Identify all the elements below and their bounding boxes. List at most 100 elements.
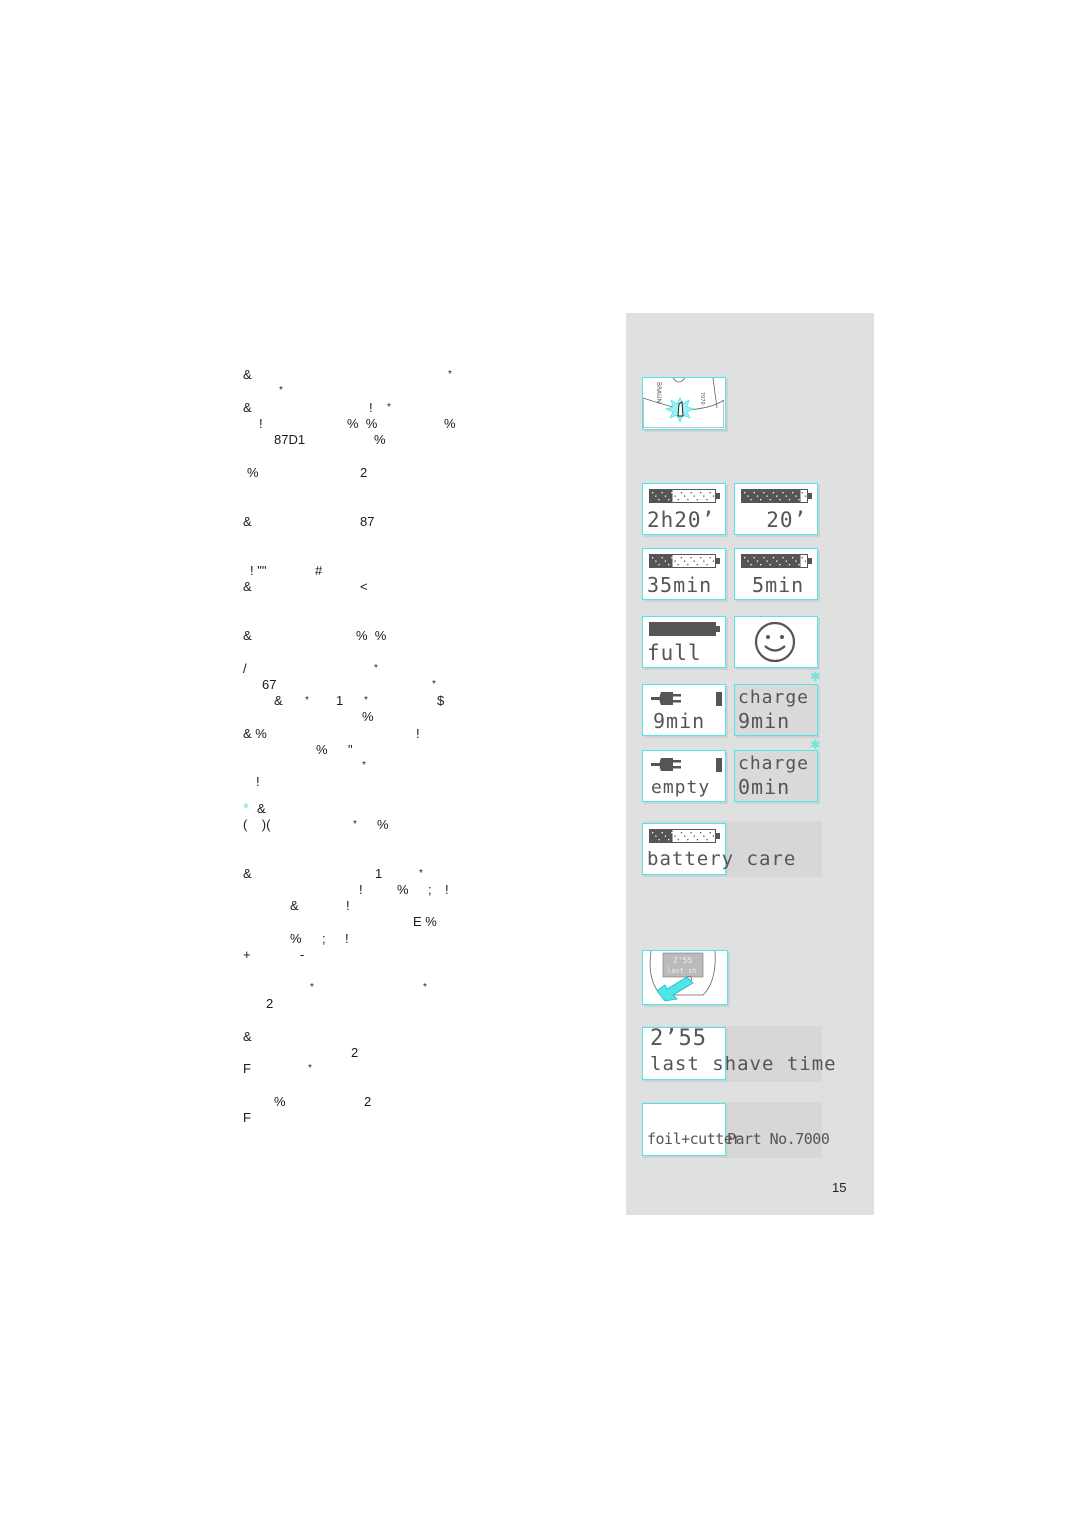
battery-icon <box>649 489 723 509</box>
text-fragment: ! <box>445 882 449 897</box>
svg-text:2'55: 2'55 <box>673 956 692 965</box>
text-fragment: & <box>274 693 283 708</box>
text-fragment: 87D1 <box>274 432 306 447</box>
text-fragment: " <box>348 742 353 757</box>
text-fragment: 2 <box>364 1094 372 1109</box>
battery-level-graphic <box>649 489 720 503</box>
text-fragment: * <box>387 402 391 413</box>
text-fragment: E % <box>413 914 437 929</box>
display-text: 5min <box>739 573 805 597</box>
last-shave-label: last shave time <box>650 1053 837 1075</box>
text-fragment: % <box>290 931 302 946</box>
green-asterisk-marker: * <box>243 800 249 817</box>
plug-icon <box>651 758 722 772</box>
last-shave-value: 2’55 <box>650 1026 707 1051</box>
battery-icon <box>649 622 723 642</box>
svg-text:7070: 7070 <box>699 392 705 405</box>
text-fragment: 67 <box>262 677 277 692</box>
text-fragment: % <box>316 742 328 757</box>
part-number-text: Part No.7000 <box>727 1130 830 1148</box>
text-fragment: & <box>290 898 299 913</box>
text-fragment: * <box>353 819 357 830</box>
battery-level-graphic <box>649 554 720 568</box>
display-text: 9min <box>653 709 706 733</box>
display-text: 35min <box>647 573 713 597</box>
text-fragment: * <box>374 663 378 674</box>
display-charge-9min: charge 9min <box>734 684 818 736</box>
display-text: 2h20’ <box>647 508 716 532</box>
display-text: full <box>647 641 702 665</box>
text-fragment: * <box>279 385 283 396</box>
plug-icon <box>651 692 722 706</box>
text-fragment: % <box>444 416 456 431</box>
text-fragment: ! <box>416 726 420 741</box>
text-fragment: * <box>364 695 368 706</box>
text-fragment: < <box>360 579 368 594</box>
text-fragment: & <box>243 866 252 881</box>
text-fragment: 2 <box>360 465 368 480</box>
text-fragment: % <box>374 432 386 447</box>
text-fragment: ( )( <box>243 817 271 832</box>
battery-care-text: battery care <box>647 848 797 870</box>
text-fragment: $ <box>437 693 445 708</box>
text-fragment: ; <box>322 931 326 946</box>
display-charge-0min: charge 0min <box>734 750 818 802</box>
text-fragment: & <box>243 1029 252 1044</box>
text-fragment: / <box>243 661 247 676</box>
text-fragment: & <box>243 628 252 643</box>
text-fragment: % <box>274 1094 286 1109</box>
display-line2: 0min <box>738 775 791 799</box>
text-fragment: + <box>243 947 251 962</box>
display-smiley <box>734 616 818 668</box>
battery-level-graphic <box>741 489 812 503</box>
display-text: 20’ <box>739 508 808 532</box>
text-fragment: 2 <box>266 996 274 1011</box>
battery-icon <box>649 829 723 849</box>
text-fragment: * <box>310 982 314 993</box>
display-battery-20: 20’ <box>734 483 818 535</box>
text-fragment: % <box>377 817 389 832</box>
battery-icon <box>649 554 723 574</box>
page-number: 15 <box>832 1180 847 1195</box>
text-fragment: * <box>305 695 309 706</box>
text-fragment: ! <box>259 416 263 431</box>
text-fragment: F <box>243 1061 251 1076</box>
text-fragment: # <box>315 563 323 578</box>
text-fragment: % <box>397 882 409 897</box>
text-fragment: ; <box>428 882 432 897</box>
text-fragment: & <box>243 514 252 529</box>
display-line1: charge <box>738 687 810 708</box>
text-fragment: * <box>432 679 436 690</box>
text-fragment: & <box>243 400 252 415</box>
text-fragment: * <box>448 369 452 380</box>
text-fragment: % % <box>356 628 387 643</box>
display-plug-empty: empty <box>642 750 726 802</box>
text-fragment: & <box>257 801 266 816</box>
text-fragment: * <box>308 1063 312 1074</box>
shaver-switch-icon: BRAUN 7070 <box>642 377 725 429</box>
smiley-icon <box>754 621 796 663</box>
shaver-switch-illustration: BRAUN 7070 <box>642 377 726 430</box>
text-fragment: & <box>243 367 252 382</box>
battery-level-graphic <box>741 554 812 568</box>
text-fragment: ! <box>369 400 373 415</box>
text-fragment: * <box>362 760 366 771</box>
display-plug-9min: 9min <box>642 684 726 736</box>
text-fragment: % % <box>347 416 378 431</box>
text-fragment: & <box>243 579 252 594</box>
display-battery-5min: 5min <box>734 548 818 600</box>
display-full: full <box>642 616 726 668</box>
asterisk-marker-icon: ✱ <box>810 669 821 684</box>
battery-icon <box>741 489 815 509</box>
text-fragment: 1 <box>375 866 383 881</box>
display-text: empty <box>651 777 711 798</box>
text-fragment: 87 <box>360 514 375 529</box>
text-fragment: ! "" <box>250 563 267 578</box>
display-battery-35min: 35min <box>642 548 726 600</box>
text-fragment: % <box>247 465 259 480</box>
text-fragment: - <box>300 947 305 962</box>
text-fragment: % <box>362 709 374 724</box>
display-line2: 9min <box>738 709 791 733</box>
text-fragment: * <box>423 982 427 993</box>
battery-level-graphic <box>649 622 720 636</box>
